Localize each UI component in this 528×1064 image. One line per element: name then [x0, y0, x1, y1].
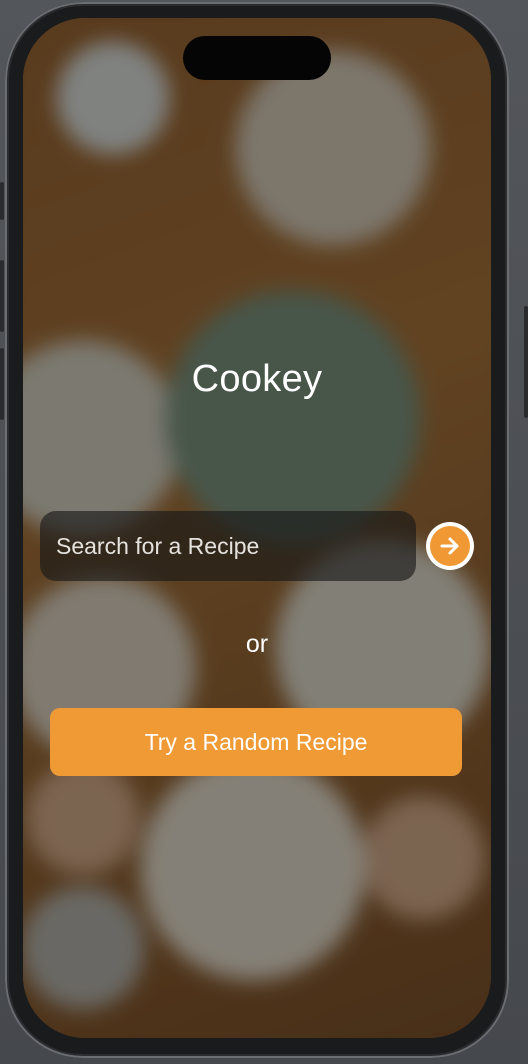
arrow-right-circle-icon	[430, 526, 470, 566]
silent-switch	[0, 182, 4, 220]
random-recipe-button[interactable]: Try a Random Recipe	[50, 708, 462, 776]
phone-bezel: Cookey or Try a Random Recipe	[5, 2, 509, 1058]
device-frame-background: Cookey or Try a Random Recipe	[0, 0, 528, 1064]
search-submit-button[interactable]	[426, 522, 474, 570]
random-recipe-button-label: Try a Random Recipe	[144, 728, 368, 755]
search-input[interactable]	[40, 511, 416, 581]
app-screen: Cookey or Try a Random Recipe	[23, 18, 491, 1038]
search-row	[40, 511, 480, 581]
volume-down-button	[0, 348, 4, 420]
app-title: Cookey	[191, 358, 323, 400]
power-button	[524, 306, 528, 418]
dynamic-island	[183, 36, 331, 80]
volume-up-button	[0, 260, 4, 332]
or-divider-label: or	[245, 630, 269, 658]
